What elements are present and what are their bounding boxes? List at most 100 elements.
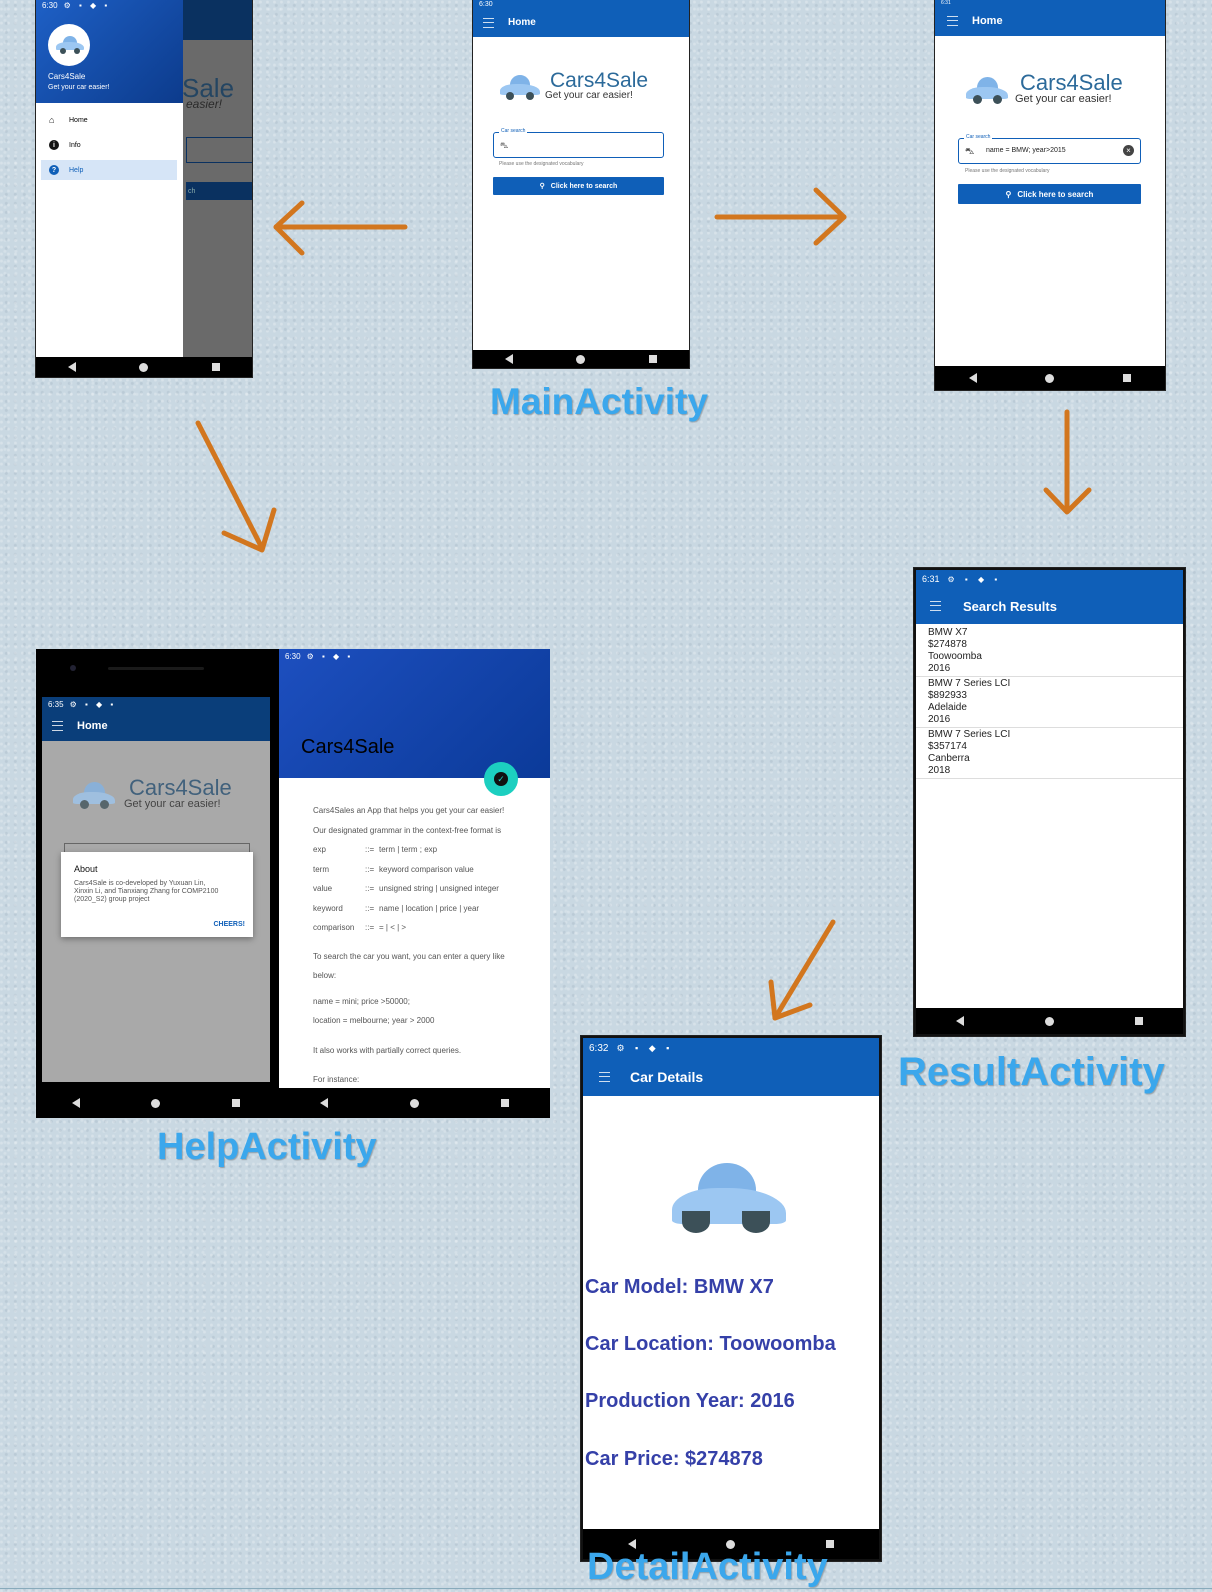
- back-icon[interactable]: [956, 1016, 965, 1026]
- avatar: [48, 24, 90, 66]
- search-icon: ⚲: [539, 183, 545, 190]
- logo-title: Cars4Sale: [550, 69, 649, 92]
- recents-icon[interactable]: [232, 1099, 241, 1107]
- main-screen: 6:30 Home Cars4Sale Get your car easier!…: [473, 0, 689, 368]
- app-logo: Cars4Sale Get your car easier!: [499, 70, 648, 101]
- nav-bar: [916, 1008, 1183, 1034]
- drawer-bg-button: ch: [186, 182, 252, 200]
- home-button-icon[interactable]: [410, 1098, 419, 1108]
- home-button-icon[interactable]: [139, 362, 149, 372]
- nav-bar: [473, 350, 689, 368]
- car-image: [670, 1163, 788, 1233]
- dialog-cheers-button[interactable]: CHEERS!: [213, 921, 245, 928]
- drawer-tagline: Get your car easier!: [48, 84, 110, 91]
- recents-icon[interactable]: [1122, 374, 1131, 382]
- back-icon[interactable]: [71, 1098, 80, 1108]
- logo-title: Cars4Sale: [1020, 70, 1123, 95]
- result-name: BMW X7: [928, 627, 968, 638]
- grammar-row: value::= unsigned string | unsigned integ…: [313, 884, 499, 893]
- result-year: 2018: [928, 765, 951, 776]
- status-time: 6:32: [589, 1042, 609, 1054]
- back-icon[interactable]: [969, 373, 978, 383]
- result-price: $892933: [928, 690, 967, 701]
- help-partial: It also works with partially correct que…: [313, 1045, 462, 1055]
- drawer-app-name: Cars4Sale: [48, 72, 86, 81]
- detail-model: Car Model: BMW X7: [585, 1276, 774, 1298]
- recents-icon[interactable]: [212, 363, 221, 371]
- result-name: BMW 7 Series LCI: [928, 729, 1011, 740]
- bottom-divider: [0, 1588, 1212, 1589]
- grammar-row: keyword::= name | location | price | year: [313, 903, 480, 913]
- app-bar: Home: [473, 8, 689, 37]
- logo-tagline: Get your car easier!: [1015, 93, 1112, 105]
- search-input[interactable]: Car search ⛍: [493, 128, 664, 158]
- drawer-bg-search: [186, 137, 252, 163]
- label-detail-activity: DetailActivity: [587, 1546, 828, 1588]
- detail-price: Car Price: $274878: [585, 1448, 763, 1470]
- app-bar: Home: [42, 711, 270, 741]
- app-logo: Cars4Sale Get your car easier!: [72, 777, 232, 810]
- status-icons: ⚙ ▪ ◆ ▪: [616, 1042, 674, 1053]
- drawer-item-home[interactable]: ⌂ Home: [41, 112, 177, 128]
- result-list: BMW X7 $274878 Toowoomba 2016 BMW 7 Seri…: [916, 626, 1183, 779]
- drawer-item-help[interactable]: ? Help: [41, 160, 177, 180]
- drawer-item-label: Help: [69, 166, 84, 174]
- label-result-activity: ResultActivity: [898, 1050, 1165, 1094]
- back-icon[interactable]: [67, 362, 76, 372]
- about-dialog: About Cars4Sale is co-developed by Yuxua…: [61, 852, 253, 937]
- drawer-item-info[interactable]: i Info: [41, 137, 177, 153]
- clear-icon[interactable]: ×: [1123, 145, 1134, 156]
- recents-icon[interactable]: [1134, 1017, 1143, 1025]
- help-icon: ?: [49, 165, 59, 175]
- home-button-icon[interactable]: [1045, 373, 1055, 383]
- recents-icon[interactable]: [649, 355, 658, 363]
- drawer-header: 6:30 ⚙ ▪ ◆ ▪ Cars4Sale Get your car easi…: [36, 0, 183, 103]
- app-bar-title: Home: [508, 17, 536, 28]
- app-logo: Cars4Sale Get your car easier!: [965, 72, 1123, 105]
- home-button-icon[interactable]: [576, 354, 586, 364]
- list-item[interactable]: BMW 7 Series LCI $892933 Adelaide 2016: [916, 677, 1183, 728]
- list-item[interactable]: BMW X7 $274878 Toowoomba 2016: [916, 626, 1183, 677]
- back-icon[interactable]: [504, 354, 513, 364]
- recents-icon[interactable]: [501, 1099, 509, 1107]
- search-input[interactable]: Car search ⛍ name = BMW; year>2015 ×: [958, 134, 1141, 164]
- result-price: $274878: [928, 639, 967, 650]
- help-grammar-intro: Our designated grammar in the context-fr…: [313, 825, 502, 835]
- status-time: 6:35: [48, 699, 64, 709]
- menu-icon[interactable]: [483, 17, 494, 28]
- list-item[interactable]: BMW 7 Series LCI $357174 Canberra 2018: [916, 728, 1183, 779]
- home-button-icon[interactable]: [151, 1098, 161, 1108]
- label-main-activity: MainActivity: [490, 381, 708, 422]
- status-icons: ⚙ ▪ ◆ ▪: [306, 651, 354, 661]
- menu-icon[interactable]: [599, 1072, 610, 1082]
- status-bar: 6:31 ⚙ ▪ ◆ ▪: [916, 570, 1183, 588]
- back-icon[interactable]: [320, 1098, 328, 1108]
- label-help-activity: HelpActivity: [157, 1126, 377, 1168]
- menu-icon[interactable]: [930, 601, 941, 611]
- search-button[interactable]: ⚲ Click here to search: [958, 184, 1141, 204]
- status-bar: 6:35 ⚙ ▪ ◆ ▪: [42, 697, 270, 711]
- result-location: Canberra: [928, 753, 970, 764]
- home-button-icon[interactable]: [1044, 1016, 1054, 1026]
- app-bar: Home: [935, 6, 1165, 36]
- menu-icon[interactable]: [947, 16, 958, 26]
- status-time: 6:30: [479, 0, 493, 8]
- search-button-label: Click here to search: [1017, 189, 1094, 199]
- grammar-row: term::= keyword comparison value: [313, 864, 474, 874]
- app-bar-title: Search Results: [963, 598, 1057, 614]
- nav-bar: [36, 1088, 276, 1118]
- search-button[interactable]: ⚲ Click here to search: [493, 177, 664, 195]
- nav-bar: [935, 366, 1165, 390]
- fab-check-button[interactable]: ✓: [484, 762, 518, 796]
- search-button-label: Click here to search: [550, 182, 618, 190]
- drawer-screen: Sale easier! ch 6:30 ⚙ ▪ ◆ ▪ Cars4Sale G…: [36, 0, 252, 377]
- app-bar-title: Home: [972, 15, 1003, 27]
- help-intro: Cars4Sales an App that helps you get you…: [313, 806, 505, 815]
- help-for-instance: For instance:: [313, 1075, 360, 1084]
- dialog-title: About: [74, 864, 98, 874]
- arrow-main-to-drawer: [273, 200, 408, 256]
- menu-icon[interactable]: [52, 721, 63, 731]
- detail-location: Car Location: Toowoomba: [585, 1333, 836, 1355]
- drawer-bg-logo-sub: easier!: [186, 97, 223, 111]
- nav-bar: [36, 357, 252, 377]
